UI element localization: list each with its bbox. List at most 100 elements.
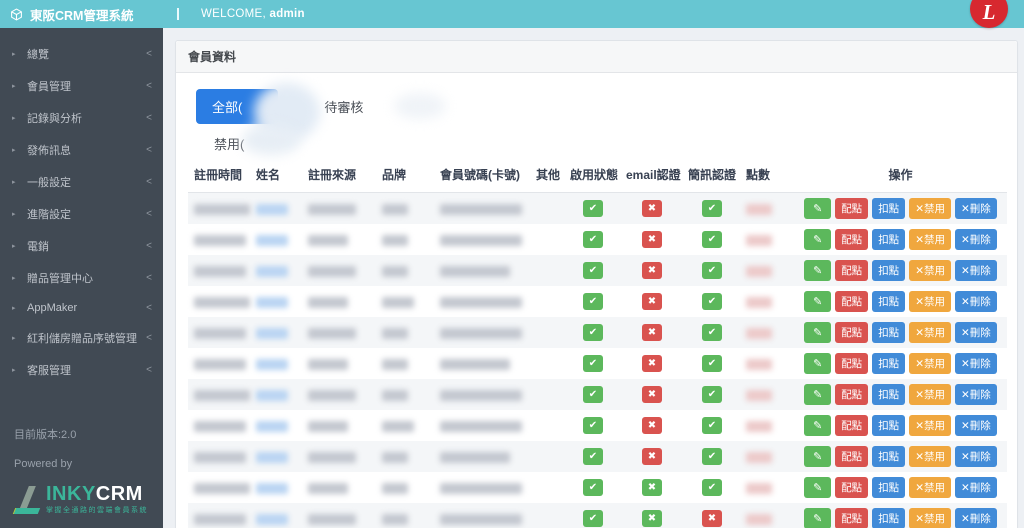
- deduct-points-button[interactable]: 扣點: [872, 229, 906, 250]
- redacted-brand: [382, 358, 408, 370]
- deduct-points-button[interactable]: 扣點: [872, 384, 906, 405]
- member-name-link[interactable]: [256, 451, 288, 463]
- deduct-points-button[interactable]: 扣點: [872, 322, 906, 343]
- edit-button[interactable]: ✎: [804, 322, 832, 343]
- sidebar-item-label: 記錄與分析: [27, 113, 82, 125]
- sidebar-item-general-settings[interactable]: ▸ 一般設定 <: [0, 166, 163, 198]
- member-name-link[interactable]: [256, 513, 288, 525]
- deduct-points-button[interactable]: 扣點: [872, 415, 906, 436]
- sidebar-item-gift-management-center[interactable]: ▸ 贈品管理中心 <: [0, 262, 163, 294]
- edit-button[interactable]: ✎: [804, 477, 832, 498]
- triangle-icon: ▸: [12, 242, 16, 250]
- disable-button[interactable]: ✕禁用: [909, 322, 951, 343]
- linkycrm-l-icon: [12, 484, 41, 516]
- deduct-points-button[interactable]: 扣點: [872, 508, 906, 528]
- disable-button[interactable]: ✕禁用: [909, 415, 951, 436]
- edit-button[interactable]: ✎: [804, 291, 832, 312]
- sidebar-item-bonus-gift-serial-management[interactable]: ▸ 紅利儲房贈品序號管理 <: [0, 322, 163, 354]
- redacted-brand: [382, 327, 408, 339]
- assign-points-button[interactable]: 配點: [835, 508, 869, 528]
- active-status-badge: ✔: [583, 479, 603, 496]
- email-verify-badge: ✖: [642, 324, 662, 341]
- delete-button[interactable]: ✕刪除: [955, 508, 997, 528]
- delete-button[interactable]: ✕刪除: [955, 198, 997, 219]
- assign-points-button[interactable]: 配點: [835, 415, 869, 436]
- edit-button[interactable]: ✎: [804, 353, 832, 374]
- disable-button[interactable]: ✕禁用: [909, 291, 951, 312]
- edit-button[interactable]: ✎: [804, 229, 832, 250]
- member-name-link[interactable]: [256, 389, 288, 401]
- member-name-link[interactable]: [256, 327, 288, 339]
- disable-button[interactable]: ✕禁用: [909, 508, 951, 528]
- edit-button[interactable]: ✎: [804, 260, 832, 281]
- edit-button[interactable]: ✎: [804, 384, 832, 405]
- assign-points-button[interactable]: 配點: [835, 477, 869, 498]
- member-name-link[interactable]: [256, 265, 288, 277]
- column-header: email認證: [620, 157, 682, 193]
- deduct-points-button[interactable]: 扣點: [872, 446, 906, 467]
- deduct-points-button[interactable]: 扣點: [872, 291, 906, 312]
- delete-button[interactable]: ✕刪除: [955, 260, 997, 281]
- deduct-points-button[interactable]: 扣點: [872, 198, 906, 219]
- delete-button[interactable]: ✕刪除: [955, 229, 997, 250]
- triangle-icon: ▸: [12, 274, 16, 282]
- logo-text-crm: CRM: [95, 483, 143, 505]
- chevron-left-icon: <: [146, 208, 152, 220]
- active-status-badge: ✔: [583, 293, 603, 310]
- deduct-points-button[interactable]: 扣點: [872, 260, 906, 281]
- linkycrm-logo: INKYCRM 掌握全通路的雲端會員系統: [12, 483, 148, 516]
- sidebar-item-member-management[interactable]: ▸ 會員管理 <: [0, 70, 163, 102]
- assign-points-button[interactable]: 配點: [835, 291, 869, 312]
- deduct-points-button[interactable]: 扣點: [872, 477, 906, 498]
- delete-button[interactable]: ✕刪除: [955, 353, 997, 374]
- delete-button[interactable]: ✕刪除: [955, 322, 997, 343]
- sidebar-item-advanced-settings[interactable]: ▸ 進階設定 <: [0, 198, 163, 230]
- sidebar-item-appmaker[interactable]: ▸ AppMaker <: [0, 294, 163, 322]
- assign-points-button[interactable]: 配點: [835, 446, 869, 467]
- delete-button[interactable]: ✕刪除: [955, 446, 997, 467]
- sidebar-item-overview[interactable]: ▸ 總覽 <: [0, 38, 163, 70]
- disable-button[interactable]: ✕禁用: [909, 260, 951, 281]
- edit-button[interactable]: ✎: [804, 198, 832, 219]
- sidebar-item-label: 發佈訊息: [27, 145, 71, 157]
- delete-button[interactable]: ✕刪除: [955, 477, 997, 498]
- delete-button[interactable]: ✕刪除: [955, 384, 997, 405]
- assign-points-button[interactable]: 配點: [835, 260, 869, 281]
- disable-button[interactable]: ✕禁用: [909, 198, 951, 219]
- member-name-link[interactable]: [256, 203, 288, 215]
- assign-points-button[interactable]: 配點: [835, 198, 869, 219]
- deduct-points-button[interactable]: 扣點: [872, 353, 906, 374]
- delete-button[interactable]: ✕刪除: [955, 415, 997, 436]
- member-name-link[interactable]: [256, 420, 288, 432]
- edit-button[interactable]: ✎: [804, 415, 832, 436]
- redacted-register-time: [194, 327, 246, 339]
- member-name-link[interactable]: [256, 358, 288, 370]
- menu-toggle-icon[interactable]: [177, 8, 179, 20]
- redacted-register-time: [194, 234, 246, 246]
- edit-button[interactable]: ✎: [804, 508, 832, 528]
- assign-points-button[interactable]: 配點: [835, 384, 869, 405]
- sidebar-item-customer-service-management[interactable]: ▸ 客服管理 <: [0, 354, 163, 386]
- disable-button[interactable]: ✕禁用: [909, 477, 951, 498]
- member-name-link[interactable]: [256, 482, 288, 494]
- delete-button[interactable]: ✕刪除: [955, 291, 997, 312]
- disable-button[interactable]: ✕禁用: [909, 384, 951, 405]
- tab-pending-review[interactable]: 待審核: [320, 89, 367, 124]
- sidebar-item-records-analysis[interactable]: ▸ 記錄與分析 <: [0, 102, 163, 134]
- member-filter-tabs: 全部( 待審核 禁用(: [196, 83, 1007, 155]
- member-name-link[interactable]: [256, 296, 288, 308]
- assign-points-button[interactable]: 配點: [835, 322, 869, 343]
- email-verify-badge: ✖: [642, 510, 662, 527]
- sidebar-item-telemarketing[interactable]: ▸ 電銷 <: [0, 230, 163, 262]
- edit-button[interactable]: ✎: [804, 446, 832, 467]
- disable-button[interactable]: ✕禁用: [909, 229, 951, 250]
- email-verify-badge: ✖: [642, 262, 662, 279]
- assign-points-button[interactable]: 配點: [835, 229, 869, 250]
- redacted-points: [746, 234, 772, 246]
- other-cell: [530, 503, 564, 528]
- disable-button[interactable]: ✕禁用: [909, 446, 951, 467]
- sidebar-item-publish-message[interactable]: ▸ 發佈訊息 <: [0, 134, 163, 166]
- member-name-link[interactable]: [256, 234, 288, 246]
- disable-button[interactable]: ✕禁用: [909, 353, 951, 374]
- assign-points-button[interactable]: 配點: [835, 353, 869, 374]
